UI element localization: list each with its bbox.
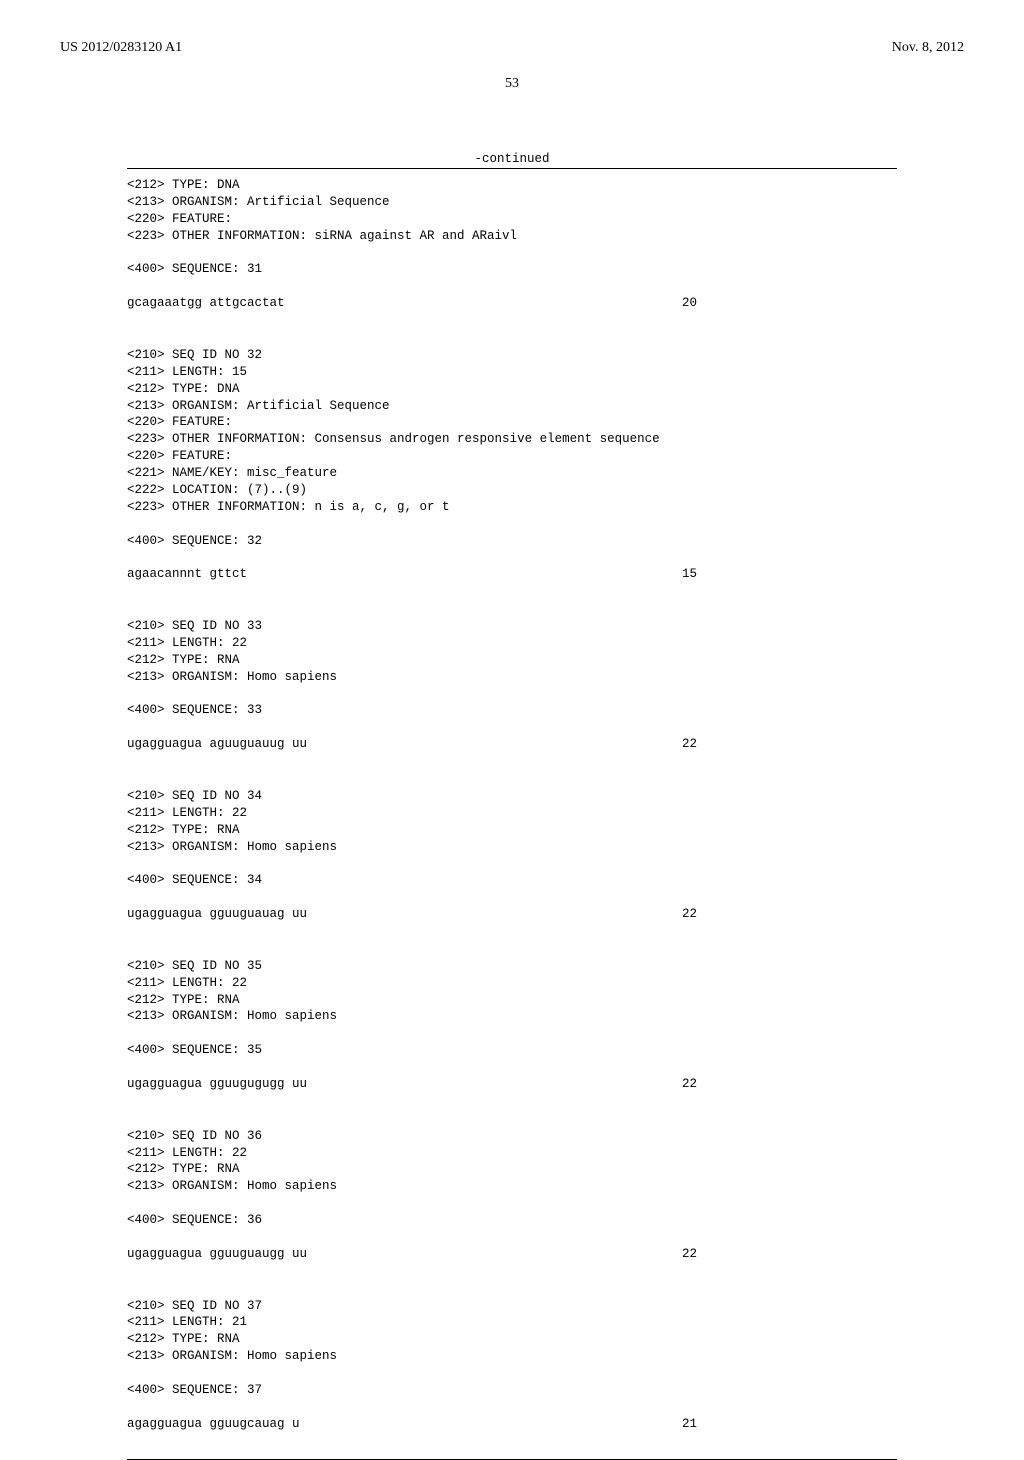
page-header: US 2012/0283120 A1 Nov. 8, 2012 — [60, 40, 964, 56]
sequence-length: 22 — [682, 1246, 697, 1263]
sequence-meta-line: <213> ORGANISM: Homo sapiens — [127, 839, 897, 856]
sequence-meta-line: <213> ORGANISM: Homo sapiens — [127, 669, 897, 686]
sequence-meta-line: <210> SEQ ID NO 35 — [127, 958, 897, 975]
sequence-block: <210> SEQ ID NO 35<211> LENGTH: 22<212> … — [127, 958, 897, 1110]
sequence-data-row: ugagguagua gguuguauag uu 22 — [127, 906, 697, 923]
sequence-meta-line: <210> SEQ ID NO 34 — [127, 788, 897, 805]
sequence-meta-line: <211> LENGTH: 22 — [127, 975, 897, 992]
sequence-data: ugagguagua aguuguauug uu — [127, 736, 307, 753]
sequence-meta-line: <211> LENGTH: 22 — [127, 635, 897, 652]
page-number: 53 — [60, 76, 964, 92]
sequence-data-row: agaacannnt gttct 15 — [127, 566, 697, 583]
sequence-meta-line: <211> LENGTH: 22 — [127, 805, 897, 822]
sequence-data: agaacannnt gttct — [127, 566, 247, 583]
sequence-meta-line: <220> FEATURE: — [127, 414, 897, 431]
sequence-meta-line: <210> SEQ ID NO 33 — [127, 618, 897, 635]
sequence-meta-line: <213> ORGANISM: Homo sapiens — [127, 1348, 897, 1365]
sequence-meta-line: <212> TYPE: DNA — [127, 381, 897, 398]
sequence-meta-line: <222> LOCATION: (7)..(9) — [127, 482, 897, 499]
sequence-meta-line: <212> TYPE: RNA — [127, 992, 897, 1009]
sequence-meta-line: <223> OTHER INFORMATION: Consensus andro… — [127, 431, 897, 448]
sequence-listing: <212> TYPE: DNA<213> ORGANISM: Artificia… — [127, 168, 897, 1460]
sequence-data-row: ugagguagua aguuguauug uu 22 — [127, 736, 697, 753]
sequence-meta-line: <211> LENGTH: 15 — [127, 364, 897, 381]
sequence-data-row: ugagguagua gguuguaugg uu 22 — [127, 1246, 697, 1263]
sequence-data: gcagaaatgg attgcactat — [127, 295, 285, 312]
sequence-block: <210> SEQ ID NO 34<211> LENGTH: 22<212> … — [127, 788, 897, 940]
sequence-block: <210> SEQ ID NO 33<211> LENGTH: 22<212> … — [127, 618, 897, 770]
sequence-length: 22 — [682, 736, 697, 753]
sequence-meta-line: <212> TYPE: RNA — [127, 822, 897, 839]
sequence-meta-line: <221> NAME/KEY: misc_feature — [127, 465, 897, 482]
sequence-meta-line: <220> FEATURE: — [127, 448, 897, 465]
sequence-meta-line: <213> ORGANISM: Artificial Sequence — [127, 398, 897, 415]
publication-number: US 2012/0283120 A1 — [60, 40, 182, 56]
sequence-meta-line: <213> ORGANISM: Artificial Sequence — [127, 194, 897, 211]
sequence-block: <212> TYPE: DNA<213> ORGANISM: Artificia… — [127, 177, 897, 329]
sequence-data: ugagguagua gguuguaugg uu — [127, 1246, 307, 1263]
sequence-meta-line: <212> TYPE: RNA — [127, 652, 897, 669]
sequence-meta-line: <223> OTHER INFORMATION: siRNA against A… — [127, 228, 897, 245]
sequence-header: <400> SEQUENCE: 34 — [127, 872, 897, 889]
sequence-data-row: gcagaaatgg attgcactat 20 — [127, 295, 697, 312]
sequence-data: ugagguagua gguugugugg uu — [127, 1076, 307, 1093]
sequence-header: <400> SEQUENCE: 37 — [127, 1382, 897, 1399]
sequence-meta-line: <223> OTHER INFORMATION: n is a, c, g, o… — [127, 499, 897, 516]
sequence-meta-line: <220> FEATURE: — [127, 211, 897, 228]
sequence-meta-line: <211> LENGTH: 21 — [127, 1314, 897, 1331]
sequence-header: <400> SEQUENCE: 31 — [127, 261, 897, 278]
sequence-meta-line: <211> LENGTH: 22 — [127, 1145, 897, 1162]
sequence-meta-line: <210> SEQ ID NO 36 — [127, 1128, 897, 1145]
continued-label: -continued — [60, 152, 964, 166]
sequence-block: <210> SEQ ID NO 36<211> LENGTH: 22<212> … — [127, 1128, 897, 1280]
sequence-header: <400> SEQUENCE: 32 — [127, 533, 897, 550]
sequence-header: <400> SEQUENCE: 35 — [127, 1042, 897, 1059]
sequence-block: <210> SEQ ID NO 37<211> LENGTH: 21<212> … — [127, 1298, 897, 1433]
sequence-data: ugagguagua gguuguauag uu — [127, 906, 307, 923]
sequence-meta-line: <213> ORGANISM: Homo sapiens — [127, 1178, 897, 1195]
sequence-length: 21 — [682, 1416, 697, 1433]
sequence-length: 15 — [682, 566, 697, 583]
publication-date: Nov. 8, 2012 — [892, 40, 964, 56]
sequence-meta-line: <212> TYPE: DNA — [127, 177, 897, 194]
sequence-meta-line: <213> ORGANISM: Homo sapiens — [127, 1008, 897, 1025]
sequence-data: agagguagua gguugcauag u — [127, 1416, 300, 1433]
sequence-meta-line: <210> SEQ ID NO 32 — [127, 347, 897, 364]
sequence-meta-line: <212> TYPE: RNA — [127, 1161, 897, 1178]
sequence-length: 20 — [682, 295, 697, 312]
sequence-data-row: agagguagua gguugcauag u 21 — [127, 1416, 697, 1433]
sequence-length: 22 — [682, 1076, 697, 1093]
sequence-block: <210> SEQ ID NO 32<211> LENGTH: 15<212> … — [127, 347, 897, 600]
sequence-length: 22 — [682, 906, 697, 923]
sequence-header: <400> SEQUENCE: 36 — [127, 1212, 897, 1229]
sequence-meta-line: <212> TYPE: RNA — [127, 1331, 897, 1348]
sequence-meta-line: <210> SEQ ID NO 37 — [127, 1298, 897, 1315]
sequence-data-row: ugagguagua gguugugugg uu 22 — [127, 1076, 697, 1093]
sequence-header: <400> SEQUENCE: 33 — [127, 702, 897, 719]
